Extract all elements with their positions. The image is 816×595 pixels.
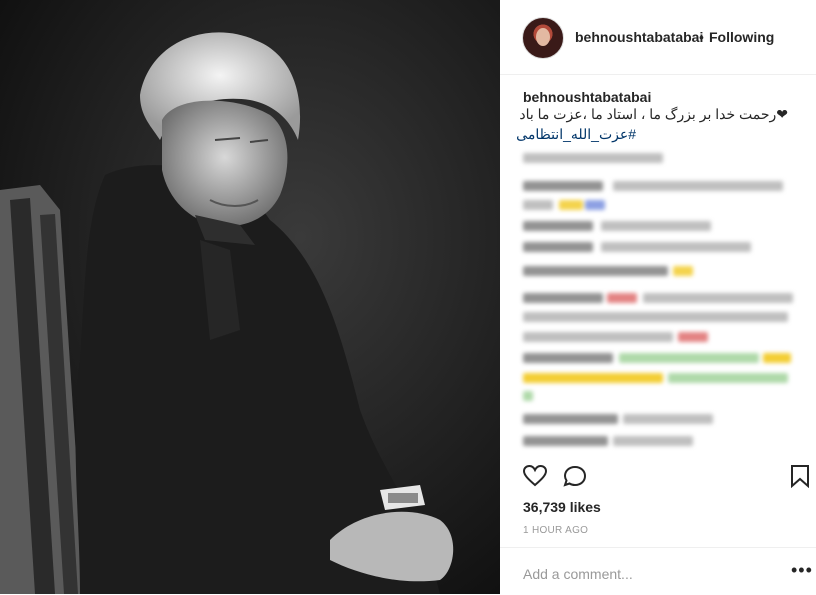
bookmark-icon[interactable] — [790, 464, 810, 493]
blurred-line — [523, 242, 793, 254]
avatar-face — [536, 28, 550, 46]
post-sidebar: behnoushtabatabai • Following behnoushta… — [500, 0, 816, 594]
heart-icon[interactable] — [522, 464, 548, 493]
post-actions — [500, 460, 816, 494]
post-header: behnoushtabatabai • Following — [500, 0, 816, 75]
blurred-line — [523, 181, 793, 193]
caption-trailing: . — [644, 89, 648, 105]
blurred-line — [523, 293, 793, 305]
blurred-line — [523, 332, 793, 344]
header-separator: • — [699, 29, 704, 45]
likes-count[interactable]: 36,739 likes — [523, 499, 601, 515]
blurred-line — [523, 221, 793, 233]
comment-input[interactable]: Add a comment... — [523, 566, 633, 582]
blurred-line — [523, 436, 793, 448]
blurred-line — [523, 391, 793, 403]
blurred-line — [523, 266, 793, 278]
caption-hashtag[interactable]: #عزت_الله_انتظامی — [516, 126, 636, 143]
blurred-line — [523, 153, 793, 165]
blurred-line — [523, 373, 793, 385]
comment-icon[interactable] — [562, 464, 588, 493]
header-username[interactable]: behnoushtabatabai — [575, 29, 703, 45]
comment-box: Add a comment... ••• — [500, 547, 816, 595]
post-photo[interactable] — [0, 0, 500, 594]
avatar[interactable] — [522, 17, 564, 59]
caption-text: ❤رحمت خدا بر بزرگ ما ، استاد ما ،عزت ما … — [519, 106, 788, 122]
photo-illustration — [0, 0, 500, 594]
blurred-line — [523, 312, 793, 324]
following-button[interactable]: Following — [709, 29, 774, 45]
blurred-line — [523, 414, 793, 426]
post-timestamp[interactable]: 1 HOUR AGO — [523, 525, 588, 536]
blurred-line — [523, 200, 793, 212]
caption-username[interactable]: behnoushtabatabai — [523, 89, 651, 105]
more-options-icon[interactable]: ••• — [791, 560, 813, 581]
blurred-line — [523, 353, 793, 365]
